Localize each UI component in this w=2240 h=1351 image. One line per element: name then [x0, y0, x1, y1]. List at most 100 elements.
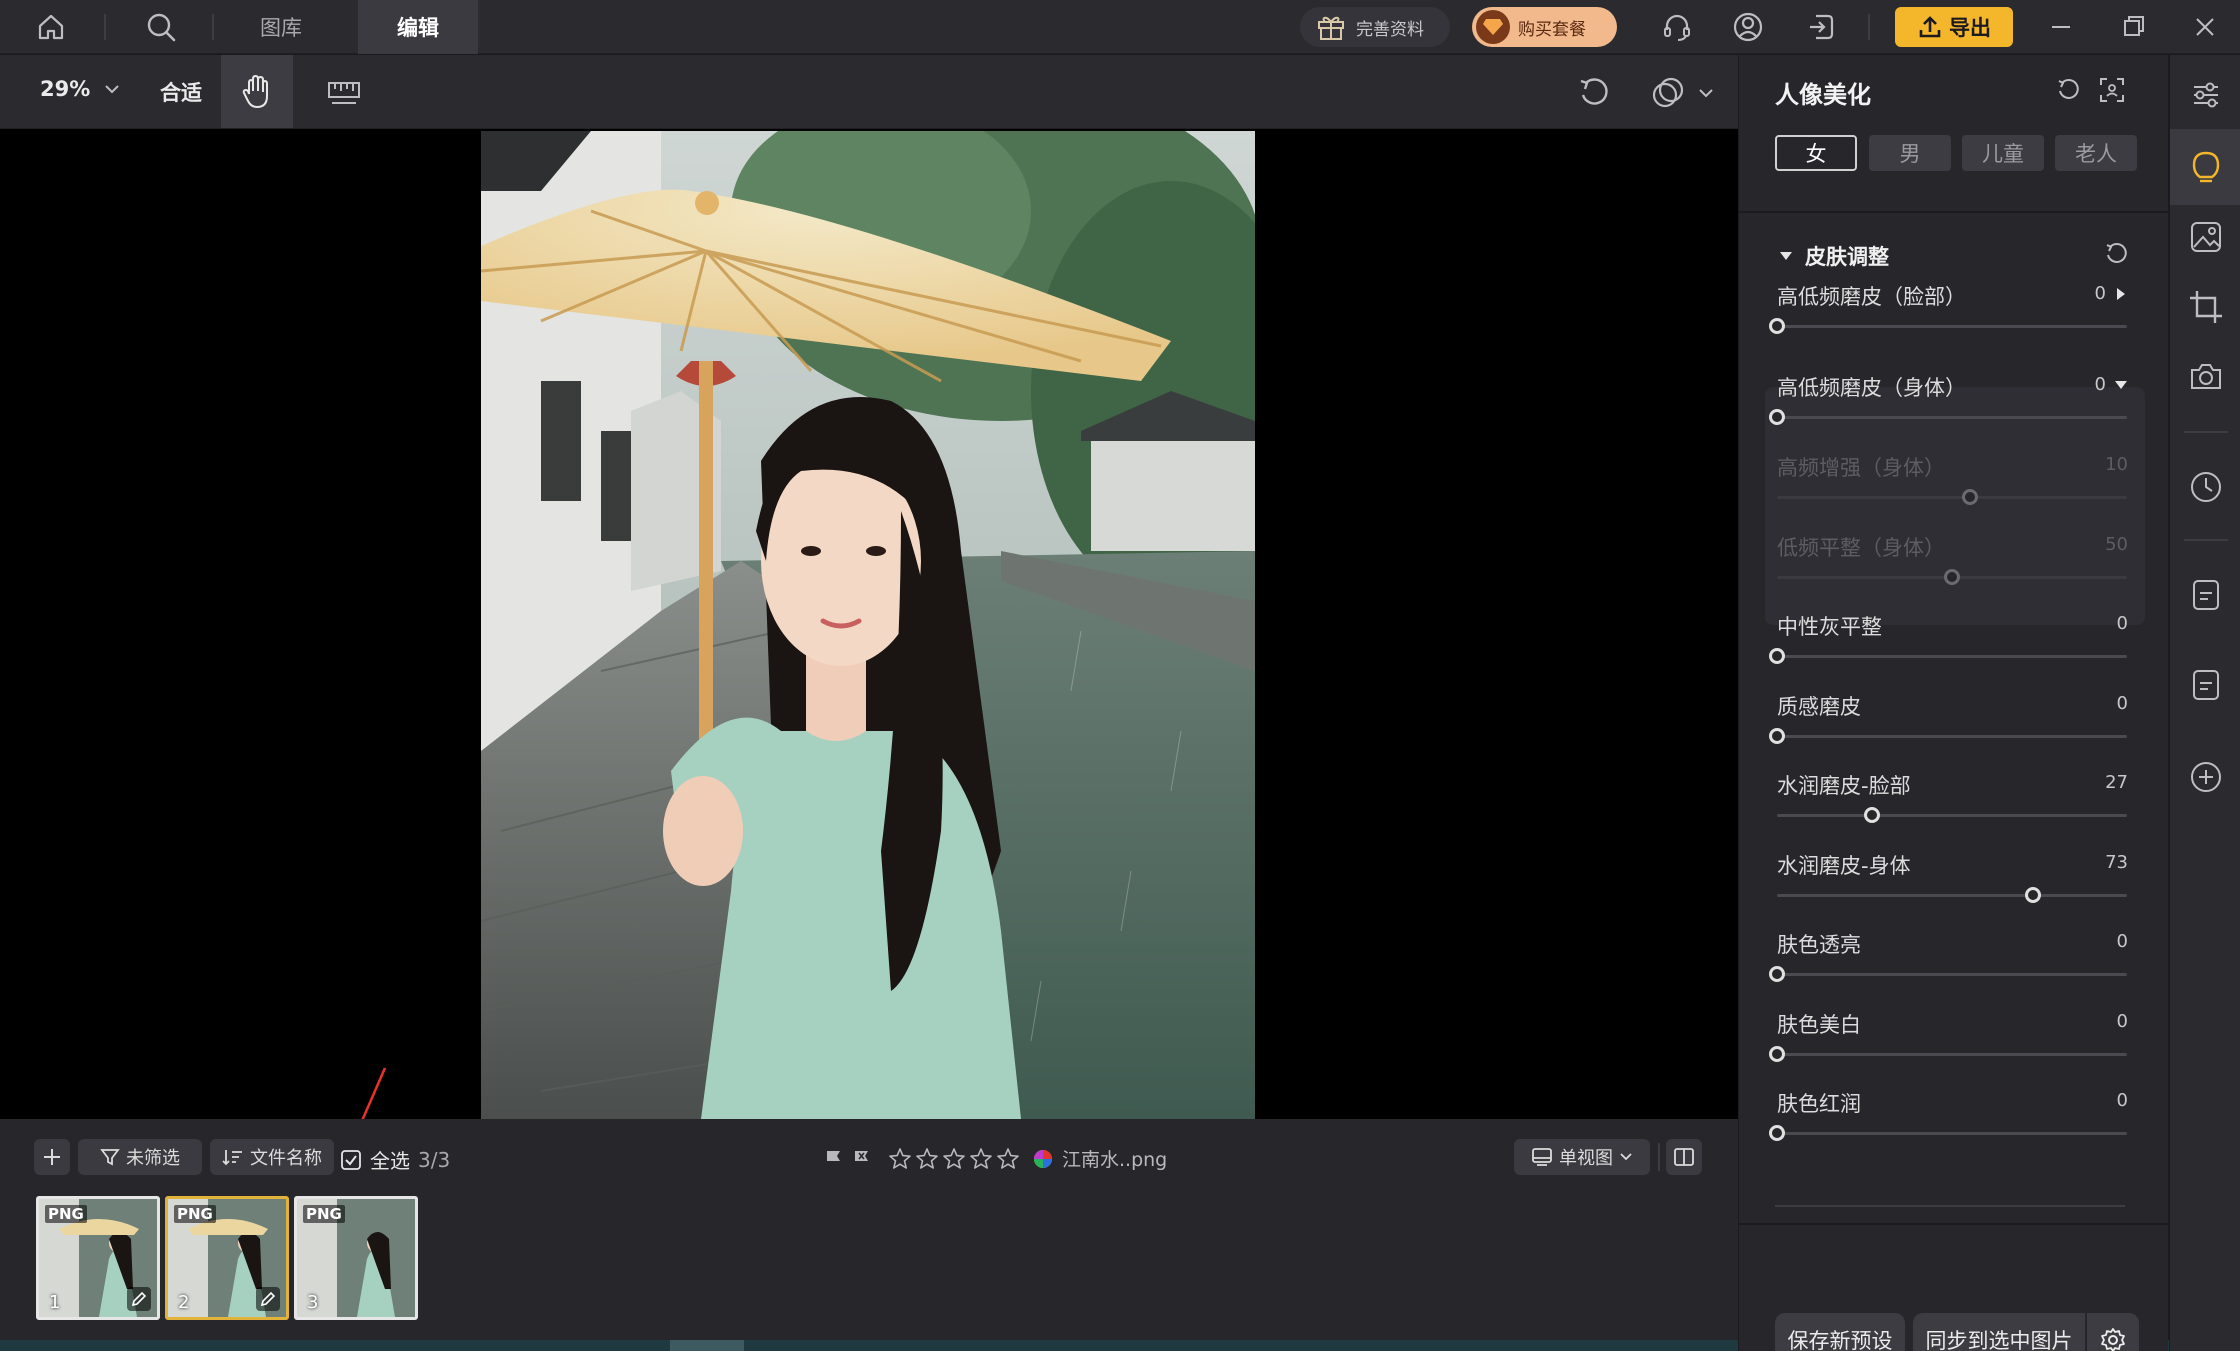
slider-track [1777, 569, 2127, 585]
slider-knob[interactable] [1769, 728, 1785, 744]
scrollbar-thumb[interactable] [670, 1340, 744, 1351]
slider-track[interactable] [1777, 887, 2127, 903]
slider-label: 高低频磨皮（脸部） [1777, 285, 1966, 309]
rating-stars[interactable] [888, 1147, 1020, 1171]
zoom-dropdown[interactable]: 29% [40, 77, 120, 101]
rotate-icon[interactable] [1576, 75, 1612, 111]
portrait-panel: 人像美化 女男儿童 老人 皮肤调整 高低频磨皮（脸部） 0 高低频磨皮（身体） 0 高频增… [1738, 55, 2169, 1351]
user-icon[interactable] [1731, 10, 1765, 44]
tab-gallery[interactable]: 图库 [226, 0, 336, 54]
segment-1[interactable]: 男 [1869, 135, 1951, 171]
close-icon[interactable] [2188, 10, 2222, 44]
slider-value: 27 [2105, 772, 2128, 793]
adjust-sliders-icon[interactable] [2188, 77, 2224, 113]
sync-to-selected-button[interactable]: 同步到选中图片 [1913, 1313, 2085, 1351]
view-mode-dropdown[interactable]: 单视图 [1514, 1139, 1650, 1175]
history-clock-icon[interactable] [2188, 469, 2224, 505]
image-adjust-icon[interactable] [2188, 219, 2224, 255]
star-icon[interactable] [942, 1147, 966, 1171]
image-meta-bar: 江南水..png [824, 1145, 1167, 1172]
save-preset-button[interactable]: 保存新预设 [1775, 1313, 1905, 1351]
slider-track[interactable] [1769, 728, 2127, 744]
star-icon[interactable] [915, 1147, 939, 1171]
segment-2[interactable]: 儿童 [1962, 135, 2044, 171]
slider-knob [1944, 569, 1960, 585]
slider-knob[interactable] [1769, 648, 1785, 664]
thumbnail-3[interactable]: PNG 3 [294, 1196, 418, 1320]
compare-view-button[interactable] [1666, 1139, 1702, 1175]
slider-label: 水润磨皮-身体 [1777, 854, 1911, 878]
minimize-icon[interactable] [2044, 10, 2078, 44]
select-all-checkbox[interactable]: 全选 3/3 [340, 1145, 450, 1174]
slider-knob[interactable] [1769, 1125, 1785, 1141]
slider-track[interactable] [1769, 1046, 2127, 1062]
section-reset-icon[interactable] [2103, 241, 2129, 267]
ruler-icon[interactable] [326, 75, 362, 107]
logout-icon[interactable] [1804, 10, 1838, 44]
caret-down-icon [1780, 252, 1792, 260]
hand-tool-button[interactable] [221, 55, 293, 128]
slider-track [1777, 489, 2127, 505]
reset-icon[interactable] [2055, 77, 2081, 103]
reject-flag-icon[interactable] [852, 1148, 872, 1170]
preset-doc-icon[interactable] [2188, 577, 2224, 613]
flag-icon[interactable] [824, 1148, 844, 1170]
restore-icon[interactable] [2116, 10, 2150, 44]
slider-track[interactable] [1769, 409, 2127, 425]
thumbnail-number: 3 [307, 1292, 319, 1313]
expand-down-icon[interactable] [2114, 378, 2128, 392]
thumbnail-2[interactable]: PNG 2 [165, 1196, 289, 1320]
skin-section-header[interactable]: 皮肤调整 [1779, 241, 1889, 271]
edited-pencil-icon [256, 1287, 280, 1311]
complete-profile-button[interactable]: 完善资料 [1300, 7, 1450, 47]
slider-track[interactable] [1769, 648, 2127, 664]
home-icon[interactable] [34, 10, 68, 44]
color-label-icon[interactable] [1032, 1148, 1054, 1170]
segment-3[interactable]: 老人 [2055, 135, 2137, 171]
face-detect-icon[interactable] [2099, 77, 2125, 103]
overlay-icon [1652, 77, 1684, 108]
export-button[interactable]: 导出 [1895, 7, 2013, 47]
slider-knob[interactable] [2024, 887, 2041, 903]
slider-knob[interactable] [1769, 318, 1785, 334]
thumbnail-number: 2 [178, 1292, 190, 1313]
plus-icon [44, 1149, 60, 1165]
compare-dropdown[interactable] [1650, 75, 1714, 111]
slider-value: 0 [2116, 1090, 2128, 1111]
add-button[interactable] [34, 1139, 70, 1175]
slider-value: 0 [2116, 613, 2128, 634]
headset-icon[interactable] [1660, 10, 1694, 44]
camera-icon[interactable] [2188, 359, 2224, 395]
export-label: 导出 [1949, 16, 1991, 40]
portrait-face-icon[interactable] [2188, 149, 2224, 185]
buy-package-button[interactable]: 购买套餐 [1472, 7, 1617, 47]
expand-right-icon[interactable] [2114, 287, 2128, 301]
sort-button[interactable]: 文件名称 [210, 1139, 334, 1175]
image-canvas[interactable] [0, 129, 1738, 1119]
slider-track[interactable] [1769, 966, 2127, 982]
fit-button[interactable]: 合适 [160, 77, 202, 107]
filter-button[interactable]: 未筛选 [78, 1139, 202, 1175]
slider-knob[interactable] [1863, 807, 1880, 823]
file-name: 江南水..png [1062, 1149, 1168, 1171]
tab-edit[interactable]: 编辑 [358, 0, 478, 54]
segment-0[interactable]: 女 [1775, 135, 1857, 171]
star-icon[interactable] [969, 1147, 993, 1171]
slider-track[interactable] [1769, 318, 2127, 334]
slider-track[interactable] [1777, 807, 2127, 823]
search-icon[interactable] [144, 10, 178, 44]
add-circle-icon[interactable] [2188, 759, 2224, 795]
slider-knob[interactable] [1769, 409, 1785, 425]
sync-settings-button[interactable] [2087, 1313, 2139, 1351]
thumbnail-1[interactable]: PNG 1 [36, 1196, 160, 1320]
slider-knob[interactable] [1769, 966, 1785, 982]
checkbox-checked-icon [341, 1149, 361, 1170]
format-tag: PNG [303, 1205, 345, 1223]
hand-icon [242, 74, 268, 108]
star-icon[interactable] [996, 1147, 1020, 1171]
slider-knob[interactable] [1769, 1046, 1785, 1062]
star-icon[interactable] [888, 1147, 912, 1171]
crop-icon[interactable] [2188, 289, 2224, 325]
preset-doc-2-icon[interactable] [2188, 667, 2224, 703]
slider-track[interactable] [1769, 1125, 2127, 1141]
